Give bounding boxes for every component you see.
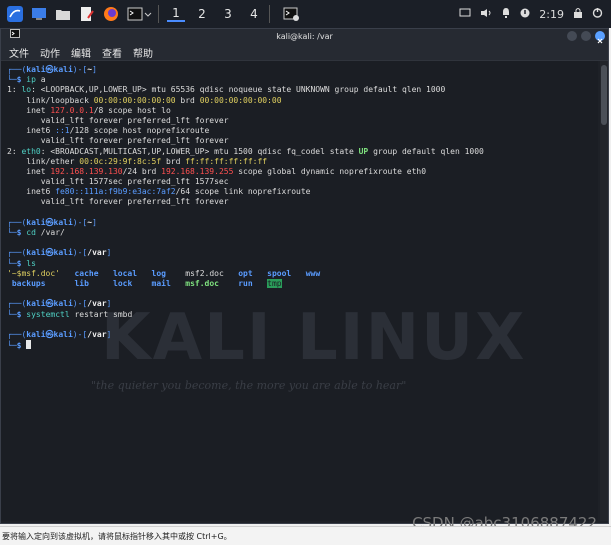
terminal-output[interactable]: KALI LINUX "the quieter you become, the … [1,61,598,521]
text-cursor [26,340,32,350]
screen-icon[interactable] [459,8,471,21]
terminal-line: backups lib lock mail msf.doc run tmp [11,278,282,288]
workspace-2[interactable]: 2 [193,7,211,21]
terminal-line: inet 192.168.139.130/24 brd 192.168.139.… [7,166,427,176]
terminal-line: inet6 ::1/128 scope host noprefixroute [7,126,210,136]
terminal-line: └─$ [7,340,484,350]
workspace-3[interactable]: 3 [219,7,237,21]
terminal-line: '~$msf.doc' cache local log msf2.doc opt… [7,268,321,278]
terminal-launcher-icon[interactable] [126,5,144,23]
chevron-down-icon[interactable] [144,5,152,23]
terminal-window[interactable]: kali@kali: /var 文件 动作 编辑 查看 帮助 KALI LINU… [0,28,609,524]
terminal-lines: ┌──(kali㉿kali)-[~] └─$ ip a 1: lo: <LOOPBA… [7,65,484,350]
desktop-icon[interactable] [30,5,48,23]
firefox-icon[interactable] [102,5,120,23]
lock-icon[interactable] [573,7,583,21]
menu-help[interactable]: 帮助 [133,45,153,60]
kali-menu-icon[interactable] [6,5,24,23]
terminal-line: └─$ ip a [7,75,46,85]
divider [269,5,270,23]
minimize-button[interactable] [567,31,577,41]
scrollbar[interactable] [600,61,608,521]
terminal-line: ┌──(kali㉿kali)-[~] [7,217,97,227]
terminal-line: valid_lft 1577sec preferred_lft 1577sec [7,177,229,187]
terminal-line: link/loopback 00:00:00:00:00:00 brd 00:0… [7,95,282,105]
text-editor-icon[interactable] [78,5,96,23]
kali-quote: "the quieter you become, the more you ar… [91,379,407,392]
divider [158,5,159,23]
power-manager-icon[interactable] [520,8,530,21]
menu-action[interactable]: 动作 [40,45,60,60]
menu-bar: 文件 动作 编辑 查看 帮助 [1,44,608,61]
terminal-line: ┌──(kali㉿kali)-[/var] [7,299,112,309]
notification-bell-icon[interactable] [501,7,511,21]
clock[interactable]: 2:19 [539,8,564,21]
host-status-text: 要将输入定向到该虚拟机，请将鼠标指针移入其中或按 Ctrl+G。 [2,531,232,541]
terminal-line: valid_lft forever preferred_lft forever [7,115,229,125]
terminal-task-icon[interactable] [282,5,300,23]
terminal-line: link/ether 00:0c:29:9f:8c:5f brd ff:ff:f… [7,156,268,166]
logout-icon[interactable] [592,7,603,21]
workspace-1[interactable]: 1 [167,6,185,22]
close-icon [597,38,603,44]
volume-icon[interactable] [480,8,492,21]
terminal-line: inet6 fe80::111a:f9b9:e3ac:7af2/64 scope… [7,187,311,197]
terminal-line: 2: eth0: <BROADCAST,MULTICAST,UP,LOWER_U… [7,146,484,156]
terminal-line: ┌──(kali㉿kali)-[~] [7,65,97,74]
terminal-line: 1: lo: <LOOPBACK,UP,LOWER_UP> mtu 65536 … [7,85,446,95]
terminal-line: ┌──(kali㉿kali)-[/var] [7,248,112,258]
terminal-line: ┌──(kali㉿kali)-[/var] [7,329,112,339]
terminal-line: └─$ systemctl restart smbd [7,309,133,319]
close-button[interactable] [595,31,605,44]
host-status-bar: 要将输入定向到该虚拟机，请将鼠标指针移入其中或按 Ctrl+G。 [0,526,611,545]
window-titlebar[interactable]: kali@kali: /var [1,28,608,44]
terminal-line: └─$ ls [7,258,36,268]
menu-file[interactable]: 文件 [9,45,29,60]
menu-view[interactable]: 查看 [102,45,122,60]
terminal-line: valid_lft forever preferred_lft forever [7,136,229,146]
maximize-button[interactable] [581,31,591,41]
workspace-4[interactable]: 4 [245,7,263,21]
terminal-line: valid_lft forever preferred_lft forever [7,197,229,207]
terminal-line: └─$ cd /var/ [7,228,65,237]
menu-edit[interactable]: 编辑 [71,45,91,60]
terminal-line: inet 127.0.0.1/8 scope host lo [7,105,171,115]
taskbar: 1 2 3 4 2:19 [0,0,611,28]
scrollbar-thumb[interactable] [601,65,607,125]
file-manager-icon[interactable] [54,5,72,23]
window-title: kali@kali: /var [276,32,333,41]
